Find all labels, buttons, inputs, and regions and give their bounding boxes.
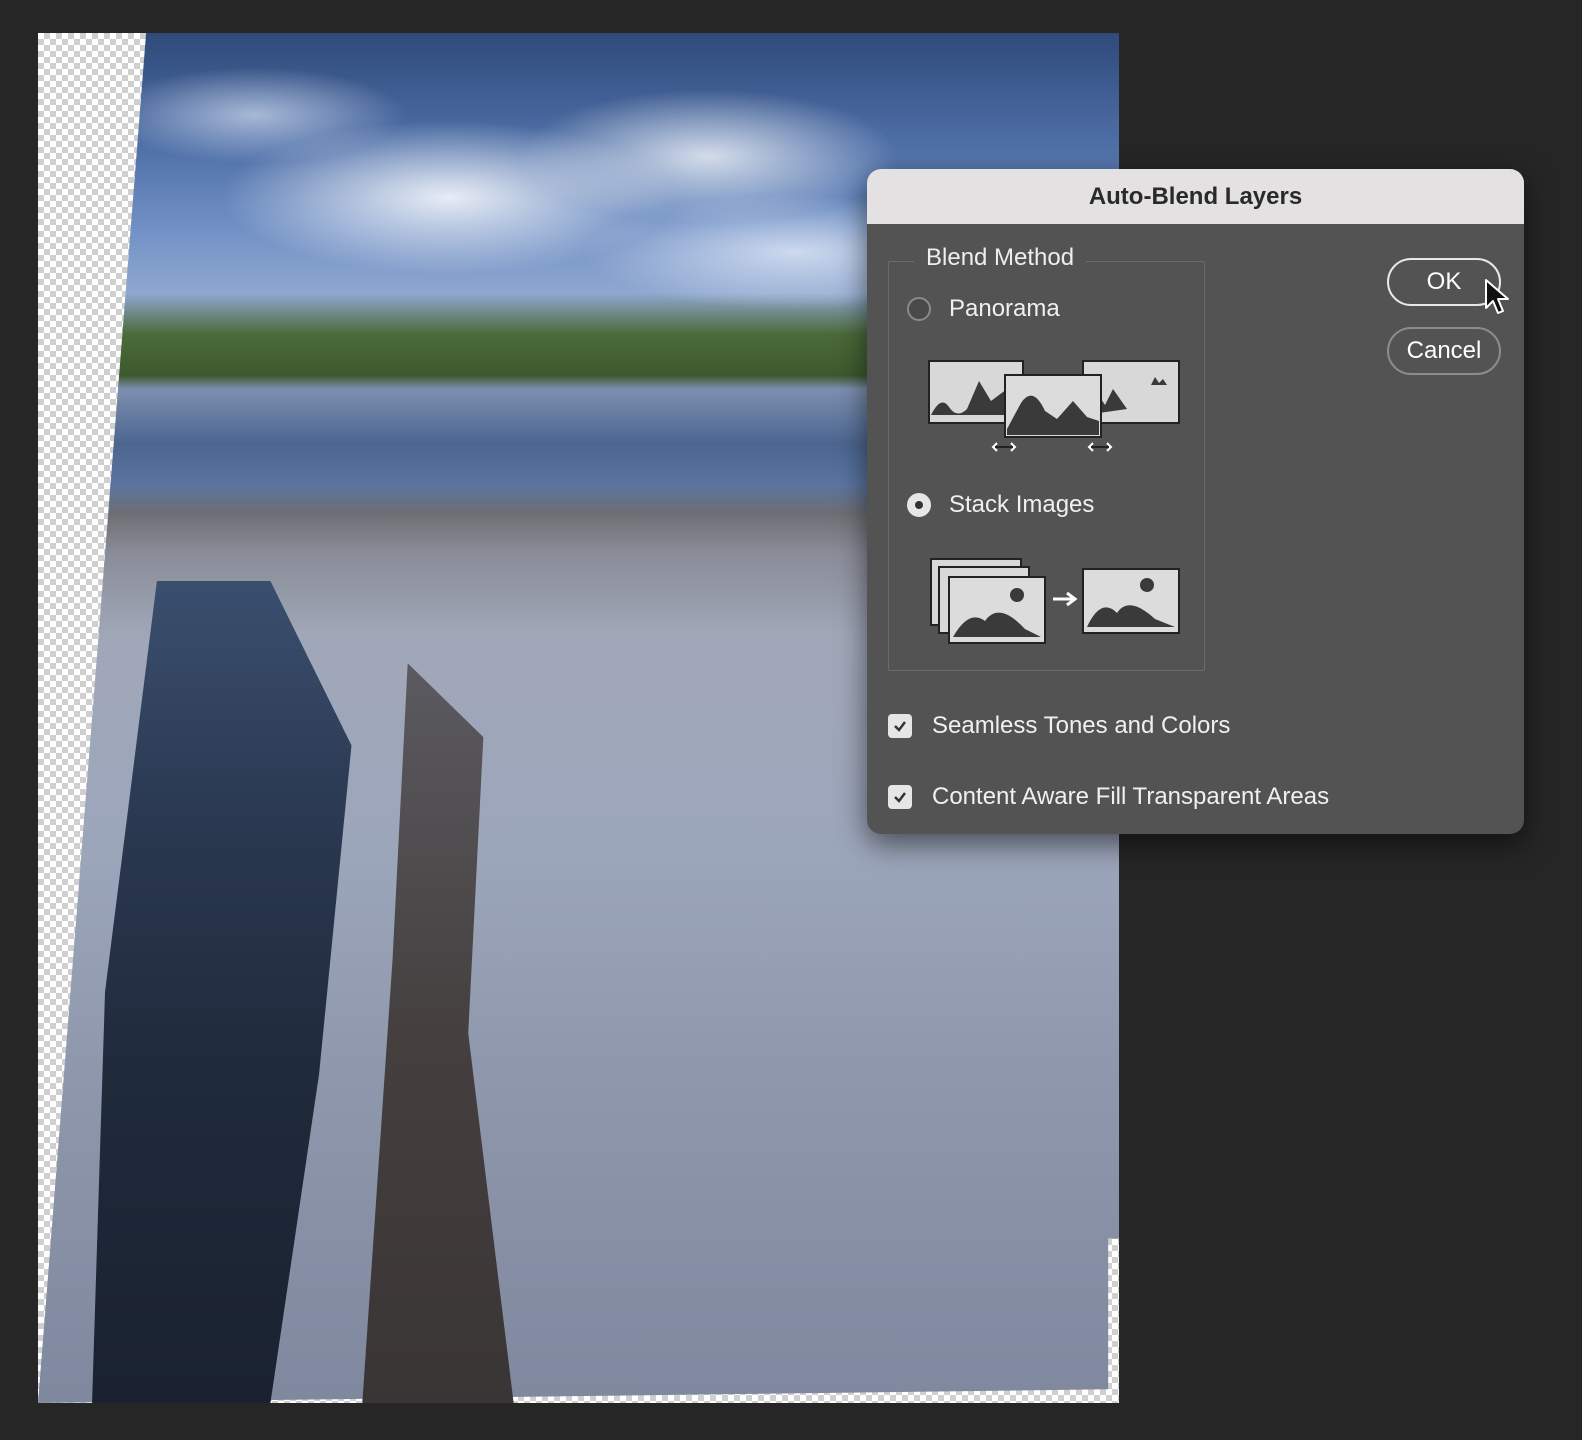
content-aware-option[interactable]: Content Aware Fill Transparent Areas bbox=[888, 783, 1329, 811]
checkmark-icon bbox=[894, 721, 906, 732]
stack-images-radio[interactable] bbox=[907, 493, 931, 517]
checkmark-icon bbox=[894, 792, 906, 803]
seamless-tones-option[interactable]: Seamless Tones and Colors bbox=[888, 712, 1230, 740]
stack-images-illustration-icon bbox=[930, 558, 1180, 644]
mouse-pointer-icon bbox=[1485, 279, 1509, 314]
content-aware-label: Content Aware Fill Transparent Areas bbox=[932, 783, 1330, 810]
auto-blend-dialog: Auto-Blend Layers Blend Method Panorama … bbox=[867, 169, 1524, 834]
content-aware-checkbox[interactable] bbox=[888, 785, 912, 809]
stack-images-option[interactable]: Stack Images bbox=[907, 491, 1094, 519]
dialog-title: Auto-Blend Layers bbox=[867, 169, 1524, 224]
panorama-label: Panorama bbox=[949, 295, 1060, 322]
blend-method-legend: Blend Method bbox=[914, 244, 1087, 272]
cancel-button[interactable]: Cancel bbox=[1387, 327, 1501, 375]
panorama-radio[interactable] bbox=[907, 297, 931, 321]
seamless-tones-label: Seamless Tones and Colors bbox=[932, 712, 1231, 739]
panorama-illustration-icon bbox=[928, 360, 1180, 452]
stack-images-label: Stack Images bbox=[949, 491, 1095, 518]
panorama-option[interactable]: Panorama bbox=[907, 295, 1060, 323]
seamless-tones-checkbox[interactable] bbox=[888, 714, 912, 738]
